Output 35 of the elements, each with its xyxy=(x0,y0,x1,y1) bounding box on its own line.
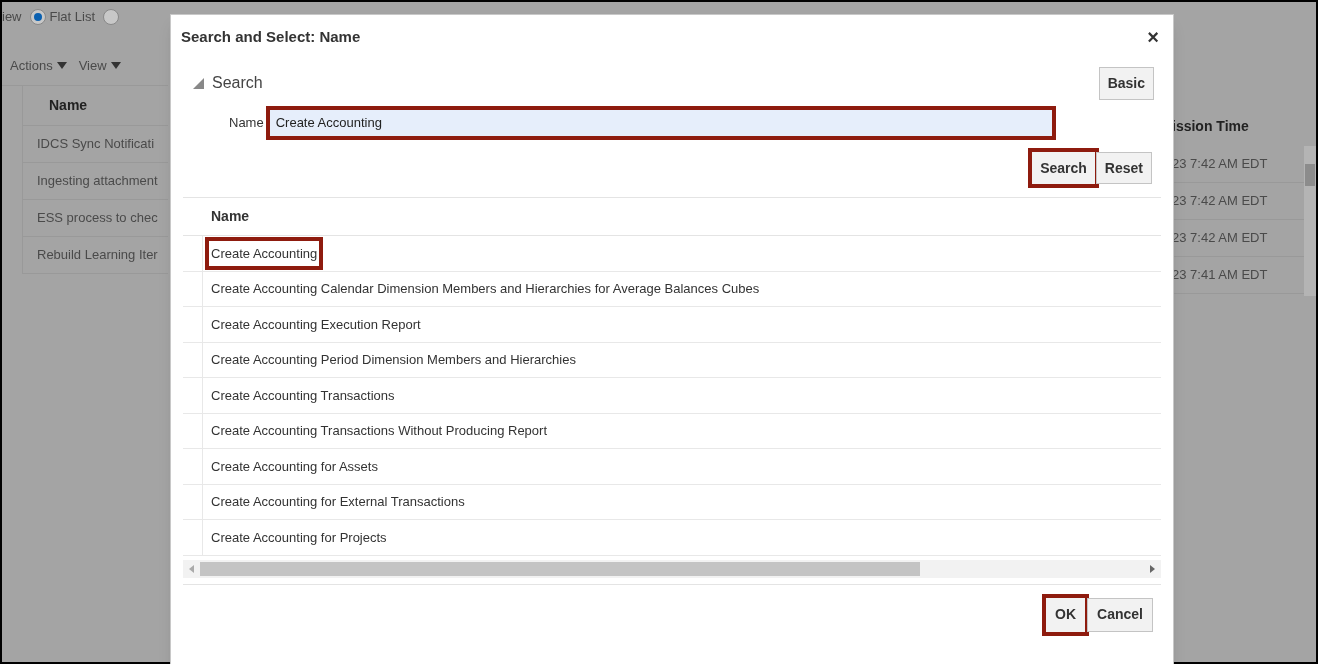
result-row[interactable]: Create Accounting Transactions Without Producing Report xyxy=(209,418,549,444)
table-cell: Rebuild Learning Iter xyxy=(22,237,168,274)
triangle-down-icon xyxy=(193,77,204,89)
result-row[interactable]: Create Accounting Calendar Dimension Members and Hierarchies for Average Balances Cubes xyxy=(209,276,762,302)
result-row[interactable]: Create Accounting for External Transactions xyxy=(209,489,467,515)
scroll-right-icon[interactable] xyxy=(1150,564,1155,573)
section-toggle[interactable]: Search xyxy=(193,71,263,95)
result-row[interactable]: Create Accounting Execution Report xyxy=(209,311,423,337)
view-label: iew xyxy=(2,8,22,27)
scrollbar[interactable] xyxy=(1304,146,1316,296)
menu-button[interactable]: Actions xyxy=(10,55,67,76)
radio-button[interactable] xyxy=(103,9,120,25)
result-row[interactable]: Create Accounting for Assets xyxy=(209,453,380,479)
scrollbar-thumb[interactable] xyxy=(200,561,920,576)
radio-label: Flat List xyxy=(49,8,96,27)
close-button[interactable]: × xyxy=(1143,27,1163,47)
horizontal-scrollbar[interactable] xyxy=(183,559,1161,578)
result-row[interactable]: Create Accounting for Projects xyxy=(209,524,389,550)
table-cell: Ingesting attachment xyxy=(22,163,168,200)
scroll-left-icon[interactable] xyxy=(189,564,194,573)
radio-button[interactable] xyxy=(29,9,46,25)
result-row[interactable]: Create Accounting Transactions xyxy=(209,382,397,408)
column-header: Name xyxy=(183,197,1161,236)
dialog-button[interactable]: Cancel xyxy=(1087,597,1153,632)
caret-icon xyxy=(110,62,121,69)
dialog-title: Search and Select: Name xyxy=(181,26,361,47)
basic-button[interactable]: Basic xyxy=(1098,66,1154,100)
result-row[interactable]: Create Accounting Period Dimension Members and Hierarchies xyxy=(209,347,578,373)
field-label: Name xyxy=(229,114,264,133)
table-cell: ESS process to chec xyxy=(22,200,168,237)
table-cell: IDCS Sync Notificati xyxy=(22,126,168,163)
caret-icon xyxy=(56,62,67,69)
menu-button[interactable]: View xyxy=(78,55,121,76)
column-header: Name xyxy=(22,86,168,126)
search-button[interactable]: Reset xyxy=(1095,152,1152,184)
